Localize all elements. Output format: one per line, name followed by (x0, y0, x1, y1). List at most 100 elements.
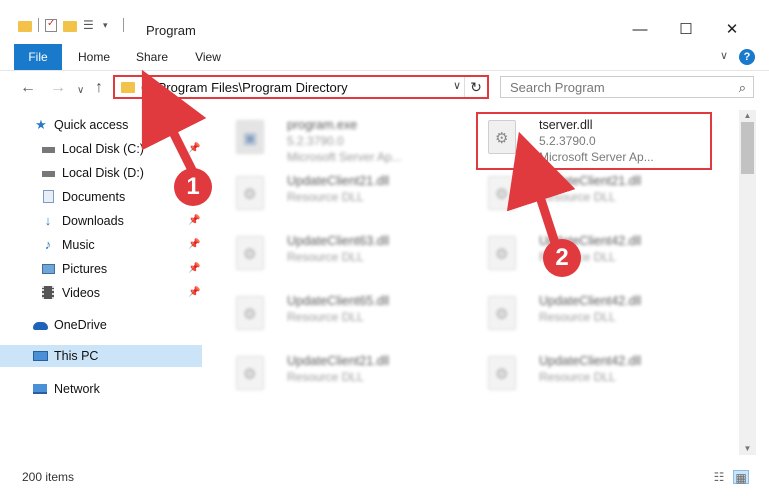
file-name: UpdateClient21.dll (539, 174, 642, 188)
close-button[interactable]: ✕ (712, 18, 752, 42)
sidebar-item-documents[interactable]: Documents (0, 186, 202, 208)
sidebar-item-local-disk-d[interactable]: Local Disk (D:) (0, 162, 202, 184)
recent-locations-button[interactable]: ∨ (77, 83, 84, 99)
scroll-up-icon[interactable]: ▲ (739, 110, 756, 122)
scroll-down-icon[interactable]: ▼ (739, 443, 756, 455)
file-tile[interactable]: ⚙ UpdateClient65.dll Resource DLL (224, 288, 454, 338)
sidebar-item-label: Local Disk (D:) (62, 166, 144, 180)
sidebar-item-onedrive[interactable]: OneDrive (0, 314, 202, 336)
tab-view[interactable]: View (186, 44, 230, 70)
minimize-button[interactable]: — (620, 18, 660, 42)
details-view-icon[interactable]: ☷ (711, 470, 727, 484)
customize-view-icon[interactable]: ☰ (83, 18, 97, 32)
address-dropdown-icon[interactable]: ∨ (453, 79, 461, 92)
file-description: Resource DLL (287, 310, 364, 324)
file-name: UpdateClient21.dll (287, 174, 390, 188)
star-icon: ★ (35, 117, 47, 132)
dll-file-icon: ⚙ (488, 296, 516, 330)
chevron-down-icon[interactable]: ▾ (103, 18, 117, 32)
file-version: 5.2.3790.0 (287, 134, 344, 148)
step-1-badge: 1 (174, 168, 212, 206)
navigation-pane: ★ Quick access Local Disk (C:) 📌 Local D… (0, 110, 202, 455)
pin-icon: 📌 (188, 215, 201, 226)
file-explorer-window: ✓ ☰ ▾ Program — ☐ ✕ File Home Share View… (0, 0, 769, 496)
pin-icon: 📌 (188, 287, 201, 298)
drive-icon (41, 142, 55, 156)
sidebar-item-label: Music (62, 238, 95, 252)
file-description: Resource DLL (539, 370, 616, 384)
dll-file-icon: ⚙ (488, 356, 516, 390)
file-description: Microsoft Server Ap... (287, 150, 402, 164)
music-icon: ♪ (44, 237, 52, 252)
help-icon[interactable]: ? (739, 49, 755, 65)
forward-button[interactable]: → (50, 80, 66, 96)
file-description: Resource DLL (539, 310, 616, 324)
computer-icon (33, 349, 48, 363)
window-title: Program (146, 23, 196, 38)
search-placeholder: Search Program (510, 80, 605, 95)
sidebar-item-label: This PC (54, 349, 99, 363)
back-button[interactable]: ← (20, 80, 36, 96)
refresh-button[interactable]: ↻ (464, 77, 487, 97)
pin-icon: 📌 (188, 263, 201, 274)
properties-icon[interactable]: ✓ (45, 18, 57, 32)
toolbar-divider (38, 18, 39, 32)
file-tile[interactable]: ⚙ UpdateClient21.dll Resource DLL (476, 168, 706, 218)
file-tile[interactable]: ⚙ UpdateClient21.dll Resource DLL (224, 348, 454, 398)
search-icon[interactable]: ⌕ (739, 80, 746, 96)
sidebar-item-label: Documents (62, 190, 126, 204)
step-2-badge: 2 (543, 239, 581, 277)
file-tile[interactable]: ▣ program.exe 5.2.3790.0 Microsoft Serve… (224, 112, 454, 164)
file-tile[interactable]: ⚙ UpdateClient42.dll Resource DLL (476, 228, 706, 278)
file-name: UpdateClient63.dll (287, 234, 390, 248)
scrollbar-thumb[interactable] (741, 122, 754, 174)
item-count: 200 items (22, 470, 75, 484)
dll-file-icon: ⚙ (236, 356, 264, 390)
file-description: Resource DLL (539, 190, 616, 204)
sidebar-item-network[interactable]: Network (0, 378, 202, 400)
dll-file-icon: ⚙ (488, 236, 516, 270)
status-bar: 200 items ☷ ▦ (0, 458, 769, 496)
dll-file-icon: ⚙ (236, 296, 264, 330)
address-bar[interactable]: C:\Program Files\Program Directory ∨ ↻ (113, 75, 489, 99)
sidebar-item-this-pc[interactable]: This PC (0, 345, 202, 367)
pin-icon: 📌 (188, 239, 201, 250)
file-tile[interactable]: ⚙ UpdateClient63.dll Resource DLL (224, 228, 454, 278)
download-icon: ↓ (44, 213, 52, 228)
tab-file[interactable]: File (14, 44, 62, 70)
sidebar-item-downloads[interactable]: ↓ Downloads 📌 (0, 210, 202, 232)
file-name: UpdateClient42.dll (539, 294, 642, 308)
sidebar-item-label: Pictures (62, 262, 108, 276)
highlight-box (476, 112, 712, 170)
documents-icon (41, 190, 55, 204)
tab-share[interactable]: Share (130, 44, 174, 70)
sidebar-item-local-disk-c[interactable]: Local Disk (C:) 📌 (0, 138, 202, 160)
file-description: Resource DLL (287, 250, 364, 264)
sidebar-item-label: Quick access (54, 118, 129, 132)
maximize-button[interactable]: ☐ (666, 18, 706, 42)
file-tile[interactable]: ⚙ UpdateClient42.dll Resource DLL (476, 288, 706, 338)
dll-file-icon: ⚙ (236, 176, 264, 210)
dll-file-icon: ⚙ (236, 236, 264, 270)
expand-ribbon-icon[interactable]: ∨ (720, 49, 728, 62)
large-icons-view-icon[interactable]: ▦ (733, 470, 749, 485)
new-folder-icon[interactable] (63, 20, 77, 32)
sidebar-item-label: Network (54, 382, 100, 396)
tab-home[interactable]: Home (72, 44, 116, 70)
search-box[interactable]: Search Program ⌕ (500, 76, 754, 98)
toolbar-divider (123, 18, 124, 32)
sidebar-item-quick-access[interactable]: ★ Quick access (0, 114, 202, 136)
sidebar-item-label: OneDrive (54, 318, 107, 332)
up-button[interactable]: ↑ (95, 80, 103, 96)
sidebar-item-music[interactable]: ♪ Music 📌 (0, 234, 202, 256)
cloud-icon (33, 318, 48, 332)
sidebar-item-videos[interactable]: Videos 📌 (0, 282, 202, 304)
file-tile[interactable]: ⚙ UpdateClient42.dll Resource DLL (476, 348, 706, 398)
exe-file-icon: ▣ (236, 120, 264, 154)
file-tile[interactable]: ⚙ UpdateClient21.dll Resource DLL (224, 168, 454, 218)
address-path: C:\Program Files\Program Directory (141, 80, 348, 95)
sidebar-item-label: Local Disk (C:) (62, 142, 144, 156)
file-name: UpdateClient21.dll (287, 354, 390, 368)
quick-access-toolbar: ✓ ☰ ▾ (18, 18, 124, 32)
sidebar-item-pictures[interactable]: Pictures 📌 (0, 258, 202, 280)
